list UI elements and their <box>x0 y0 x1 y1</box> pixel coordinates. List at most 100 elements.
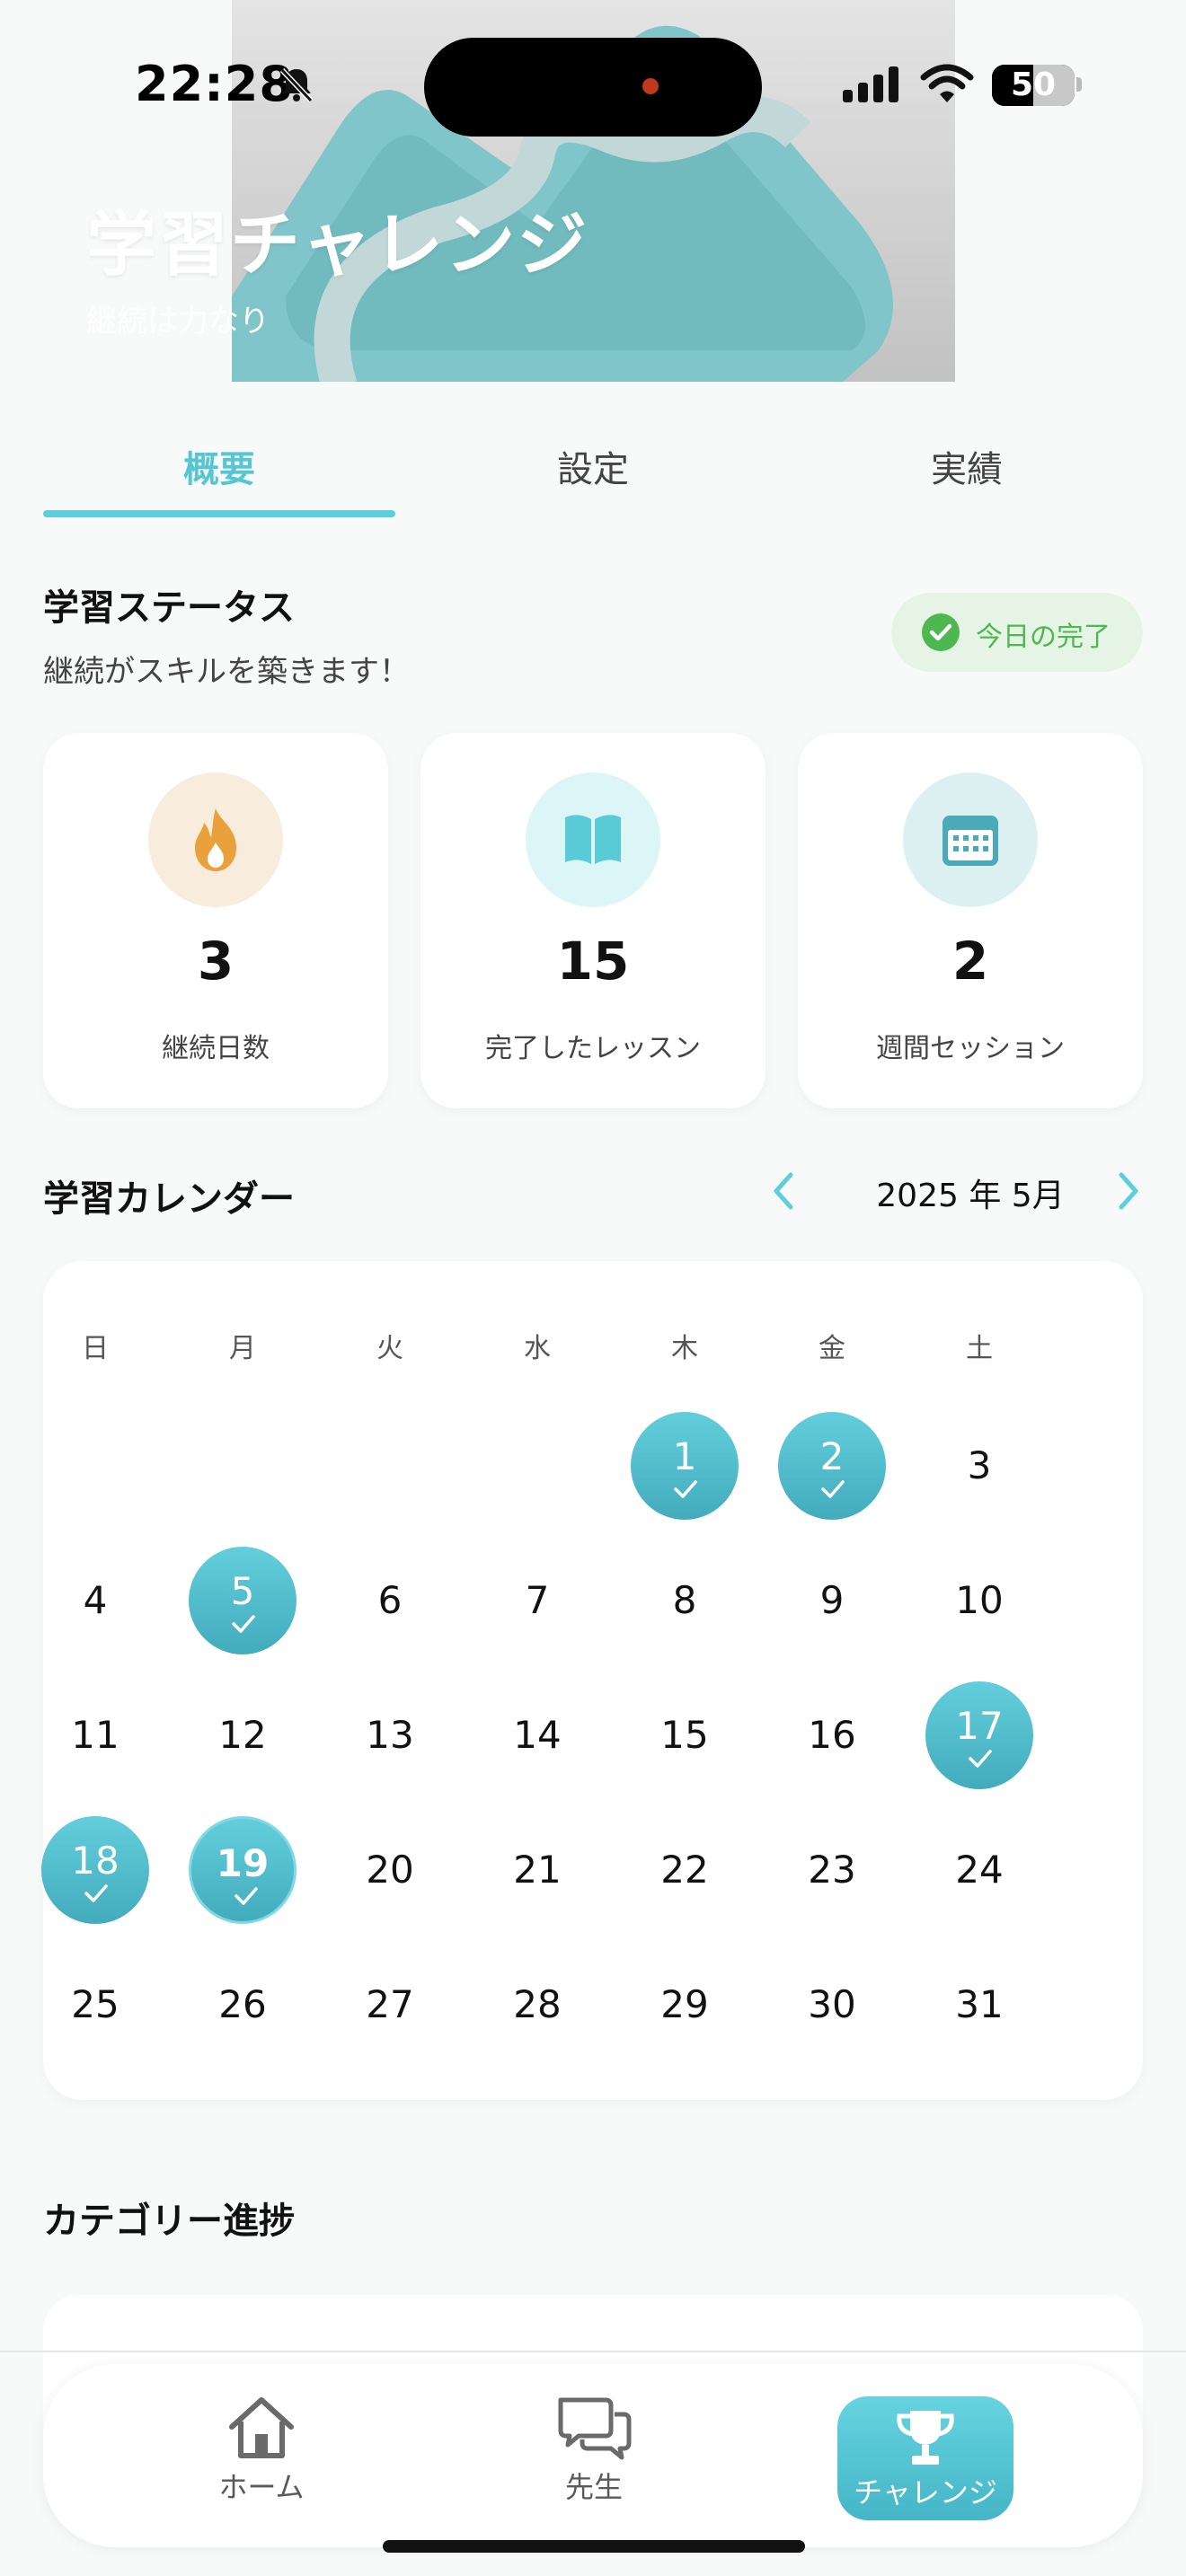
tab-achievements[interactable]: 実績 <box>787 440 1146 492</box>
stat-label-weekly: 週間セッション <box>876 1033 1065 1064</box>
page-subtitle: 継続は力なり <box>86 304 270 340</box>
tab-overview[interactable]: 概要 <box>40 440 399 492</box>
calendar-day[interactable]: 31 <box>925 1951 1033 2059</box>
calendar-day-number: 23 <box>808 1848 856 1892</box>
stat-card-lessons: 15 完了したレッスン <box>420 733 766 1108</box>
nav-divider <box>0 2351 1186 2352</box>
calendar-day[interactable]: 20 <box>336 1816 444 1924</box>
active-tab-indicator <box>43 510 395 517</box>
check-circle-icon <box>922 613 960 651</box>
nav-challenge[interactable]: チャレンジ <box>837 2396 1013 2520</box>
calendar-day[interactable]: 15 <box>631 1681 739 1789</box>
battery-indicator: 50 <box>992 65 1075 106</box>
home-icon <box>229 2397 294 2458</box>
calendar-day-completed[interactable]: 2 <box>778 1412 886 1520</box>
calendar-title: 学習カレンダー <box>43 1178 295 1220</box>
stat-icon-circle <box>903 772 1038 907</box>
weekday-header: 金 <box>819 1333 845 1364</box>
check-icon <box>674 1480 697 1498</box>
category-section-title: カテゴリー進捗 <box>43 2201 295 2242</box>
nav-teacher[interactable]: 先生 <box>500 2393 688 2519</box>
calendar-day[interactable]: 3 <box>925 1412 1033 1520</box>
stat-card-weekly: 2 週間セッション <box>798 733 1143 1108</box>
calendar-day[interactable]: 22 <box>631 1816 739 1924</box>
bell-muted-icon <box>279 67 314 103</box>
check-icon <box>235 1887 258 1905</box>
stat-icon-circle <box>148 772 283 907</box>
calendar-day[interactable]: 14 <box>483 1681 591 1789</box>
calendar-day[interactable]: 25 <box>41 1951 149 2059</box>
tab-settings[interactable]: 設定 <box>413 440 773 492</box>
calendar-day-completed[interactable]: 18 <box>41 1816 149 1924</box>
stat-value-weekly: 2 <box>951 931 989 992</box>
calendar-day[interactable]: 10 <box>925 1547 1033 1654</box>
calendar-day-number: 16 <box>808 1713 856 1757</box>
cellular-signal-icon <box>843 66 898 102</box>
check-icon <box>969 1750 992 1768</box>
calendar-day[interactable]: 23 <box>778 1816 886 1924</box>
home-indicator <box>383 2540 805 2553</box>
calendar-day[interactable]: 29 <box>631 1951 739 2059</box>
calendar-day-number: 31 <box>955 1982 1004 2026</box>
battery-level: 50 <box>1010 66 1057 103</box>
calendar-day[interactable]: 16 <box>778 1681 886 1789</box>
status-time: 22:28 <box>135 56 294 112</box>
calendar-day[interactable]: 27 <box>336 1951 444 2059</box>
calendar-day-number: 9 <box>819 1578 845 1622</box>
calendar-day-number: 13 <box>366 1713 414 1757</box>
previous-month-button[interactable] <box>766 1168 801 1214</box>
battery-nub <box>1076 77 1082 92</box>
calendar-day-completed[interactable]: 19 <box>189 1816 296 1924</box>
calendar-day[interactable]: 21 <box>483 1816 591 1924</box>
calendar-day[interactable]: 26 <box>189 1951 296 2059</box>
flame-icon <box>195 808 236 871</box>
today-complete-label: 今日の完了 <box>976 622 1111 653</box>
calendar-day-number: 7 <box>525 1578 550 1622</box>
stat-label-lessons: 完了したレッスン <box>485 1033 701 1064</box>
calendar-day-completed[interactable]: 17 <box>925 1681 1033 1789</box>
stat-value-streak: 3 <box>197 931 235 992</box>
calendar-day-number: 27 <box>366 1982 414 2026</box>
calendar-day[interactable]: 13 <box>336 1681 444 1789</box>
calendar-day[interactable]: 8 <box>631 1547 739 1654</box>
calendar-day-number: 3 <box>967 1443 992 1487</box>
calendar-day[interactable]: 12 <box>189 1681 296 1789</box>
weekday-header: 火 <box>376 1333 403 1364</box>
calendar-day[interactable]: 7 <box>483 1547 591 1654</box>
stat-value-lessons: 15 <box>556 931 630 992</box>
weekday-header: 土 <box>966 1333 993 1364</box>
calendar-day-number: 8 <box>672 1578 697 1622</box>
calendar-month-label: 2025 年 5月 <box>876 1178 1065 1214</box>
stat-icon-circle <box>526 772 660 907</box>
calendar-day-number: 25 <box>71 1982 119 2026</box>
calendar-day[interactable]: 6 <box>336 1547 444 1654</box>
nav-home[interactable]: ホーム <box>167 2393 356 2519</box>
today-complete-badge: 今日の完了 <box>891 593 1143 672</box>
calendar-day-number: 4 <box>83 1578 108 1622</box>
calendar-day[interactable]: 30 <box>778 1951 886 2059</box>
calendar-day-number: 22 <box>660 1848 709 1892</box>
wifi-icon <box>920 64 974 102</box>
calendar-day[interactable]: 9 <box>778 1547 886 1654</box>
nav-challenge-label: チャレンジ <box>854 2475 997 2510</box>
calendar-day-number: 26 <box>218 1982 267 2026</box>
calendar-day-number: 29 <box>660 1982 709 2026</box>
calendar-day-number: 11 <box>71 1713 119 1757</box>
calendar-day[interactable]: 4 <box>41 1547 149 1654</box>
calendar-day[interactable]: 24 <box>925 1816 1033 1924</box>
calendar-day-number: 15 <box>660 1713 709 1757</box>
calendar-day-completed[interactable]: 5 <box>189 1547 296 1654</box>
calendar-day[interactable]: 11 <box>41 1681 149 1789</box>
calendar-day-completed[interactable]: 1 <box>631 1412 739 1520</box>
calendar-day-number: 20 <box>366 1848 414 1892</box>
calendar-day-number: 12 <box>218 1713 267 1757</box>
calendar-day-number: 14 <box>513 1713 562 1757</box>
calendar-day[interactable]: 28 <box>483 1951 591 2059</box>
weekday-header: 月 <box>229 1333 256 1364</box>
calendar-day-number: 30 <box>808 1982 856 2026</box>
dynamic-island <box>424 38 762 137</box>
next-month-button[interactable] <box>1111 1168 1146 1214</box>
trophy-icon <box>897 2411 954 2465</box>
nav-teacher-label: 先生 <box>564 2470 623 2504</box>
calendar-icon <box>943 816 998 866</box>
